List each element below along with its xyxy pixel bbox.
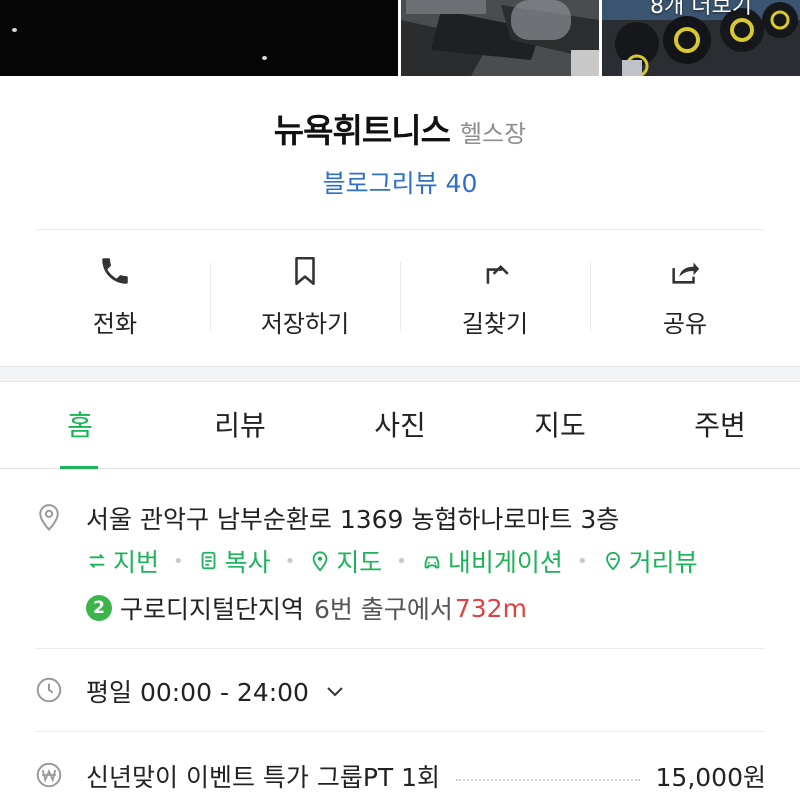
street-view-label: 거리뷰 bbox=[628, 548, 698, 577]
separator-dot: • bbox=[396, 550, 407, 572]
bookmark-icon bbox=[210, 254, 400, 294]
swap-icon bbox=[89, 553, 105, 569]
section-separator bbox=[0, 366, 800, 382]
call-button[interactable]: 전화 bbox=[20, 248, 210, 348]
share-button[interactable]: 공유 bbox=[590, 248, 780, 348]
directions-icon bbox=[400, 254, 590, 294]
subway-exit: 6번 출구에서 bbox=[314, 595, 453, 624]
action-bar: 전화 저장하기 길찾기 공유 bbox=[20, 248, 780, 348]
address-text: 서울 관악구 남부순환로 1369 농협하나로마트 3층 bbox=[86, 505, 620, 534]
share-label: 공유 bbox=[662, 310, 708, 338]
tab-home[interactable]: 홈 bbox=[0, 383, 160, 469]
tab-photos[interactable]: 사진 bbox=[320, 383, 480, 468]
street-view-icon bbox=[605, 551, 620, 571]
lot-number-label: 지번 bbox=[113, 548, 160, 577]
directions-label: 길찾기 bbox=[461, 310, 529, 338]
share-icon bbox=[590, 254, 780, 294]
hours-text: 평일 00:00 - 24:00 bbox=[86, 678, 309, 707]
lot-number-link[interactable]: 지번 bbox=[86, 543, 159, 579]
price-item: 신년맞이 이벤트 특가 그룹PT 1회 bbox=[86, 763, 441, 792]
subway-station[interactable]: 구로디지털단지역 bbox=[120, 590, 304, 626]
photo-main[interactable] bbox=[0, 0, 398, 76]
phone-icon bbox=[20, 254, 210, 294]
map-label: 지도 bbox=[336, 548, 383, 577]
save-button[interactable]: 저장하기 bbox=[210, 248, 400, 348]
tab-bar: 홈 리뷰 사진 지도 주변 bbox=[0, 383, 800, 469]
divider bbox=[36, 229, 764, 230]
divider bbox=[36, 648, 764, 649]
subway-distance: 732m bbox=[454, 593, 527, 623]
location-pin-icon bbox=[34, 502, 64, 532]
street-view-link[interactable]: 거리뷰 bbox=[602, 543, 698, 579]
call-label: 전화 bbox=[92, 310, 138, 338]
tab-map[interactable]: 지도 bbox=[480, 383, 640, 468]
business-hours[interactable]: 평일 00:00 - 24:00 bbox=[86, 673, 347, 709]
separator-dot: • bbox=[284, 550, 296, 572]
map-pin-icon bbox=[312, 551, 328, 572]
place-name: 뉴욕휘트니스 bbox=[273, 111, 451, 150]
address-links: 지번 • 복사 • 지도 • 내비게이션 • 거리뷰 bbox=[86, 543, 698, 579]
clock-icon bbox=[34, 675, 64, 705]
chevron-down-icon bbox=[327, 687, 343, 697]
photo-treadmills[interactable] bbox=[401, 0, 599, 76]
tab-nearby[interactable]: 주변 bbox=[640, 383, 800, 468]
price-leader bbox=[456, 779, 640, 781]
directions-button[interactable]: 길찾기 bbox=[400, 248, 590, 348]
copy-icon bbox=[201, 551, 216, 570]
copy-label: 복사 bbox=[224, 548, 271, 577]
navigation-link[interactable]: 내비게이션 bbox=[421, 543, 563, 579]
map-link[interactable]: 지도 bbox=[309, 543, 382, 579]
car-icon bbox=[424, 556, 440, 569]
copy-link[interactable]: 복사 bbox=[198, 543, 271, 579]
navigation-label: 내비게이션 bbox=[447, 548, 563, 577]
photo-dumbbells[interactable]: 8개 더보기 bbox=[602, 0, 800, 76]
subway-info: 2 구로디지털단지역 6번 출구에서 732m bbox=[86, 590, 527, 626]
place-header: 뉴욕휘트니스 헬스장 bbox=[0, 104, 800, 152]
separator-dot: • bbox=[173, 550, 184, 572]
price-row: 신년맞이 이벤트 특가 그룹PT 1회 15,000원 bbox=[86, 758, 766, 794]
more-photos-label[interactable]: 8개 더보기 bbox=[602, 0, 800, 20]
tab-reviews[interactable]: 리뷰 bbox=[160, 383, 320, 468]
divider bbox=[36, 731, 764, 732]
save-label: 저장하기 bbox=[260, 310, 350, 338]
won-icon bbox=[34, 760, 64, 790]
photo-strip: 8개 더보기 bbox=[0, 0, 800, 76]
separator-dot: • bbox=[576, 550, 588, 572]
subway-line-badge: 2 bbox=[86, 595, 112, 621]
blog-review-link[interactable]: 블로그리뷰 40 bbox=[0, 164, 800, 200]
place-category: 헬스장 bbox=[459, 120, 527, 148]
price-amount: 15,000원 bbox=[655, 763, 766, 792]
